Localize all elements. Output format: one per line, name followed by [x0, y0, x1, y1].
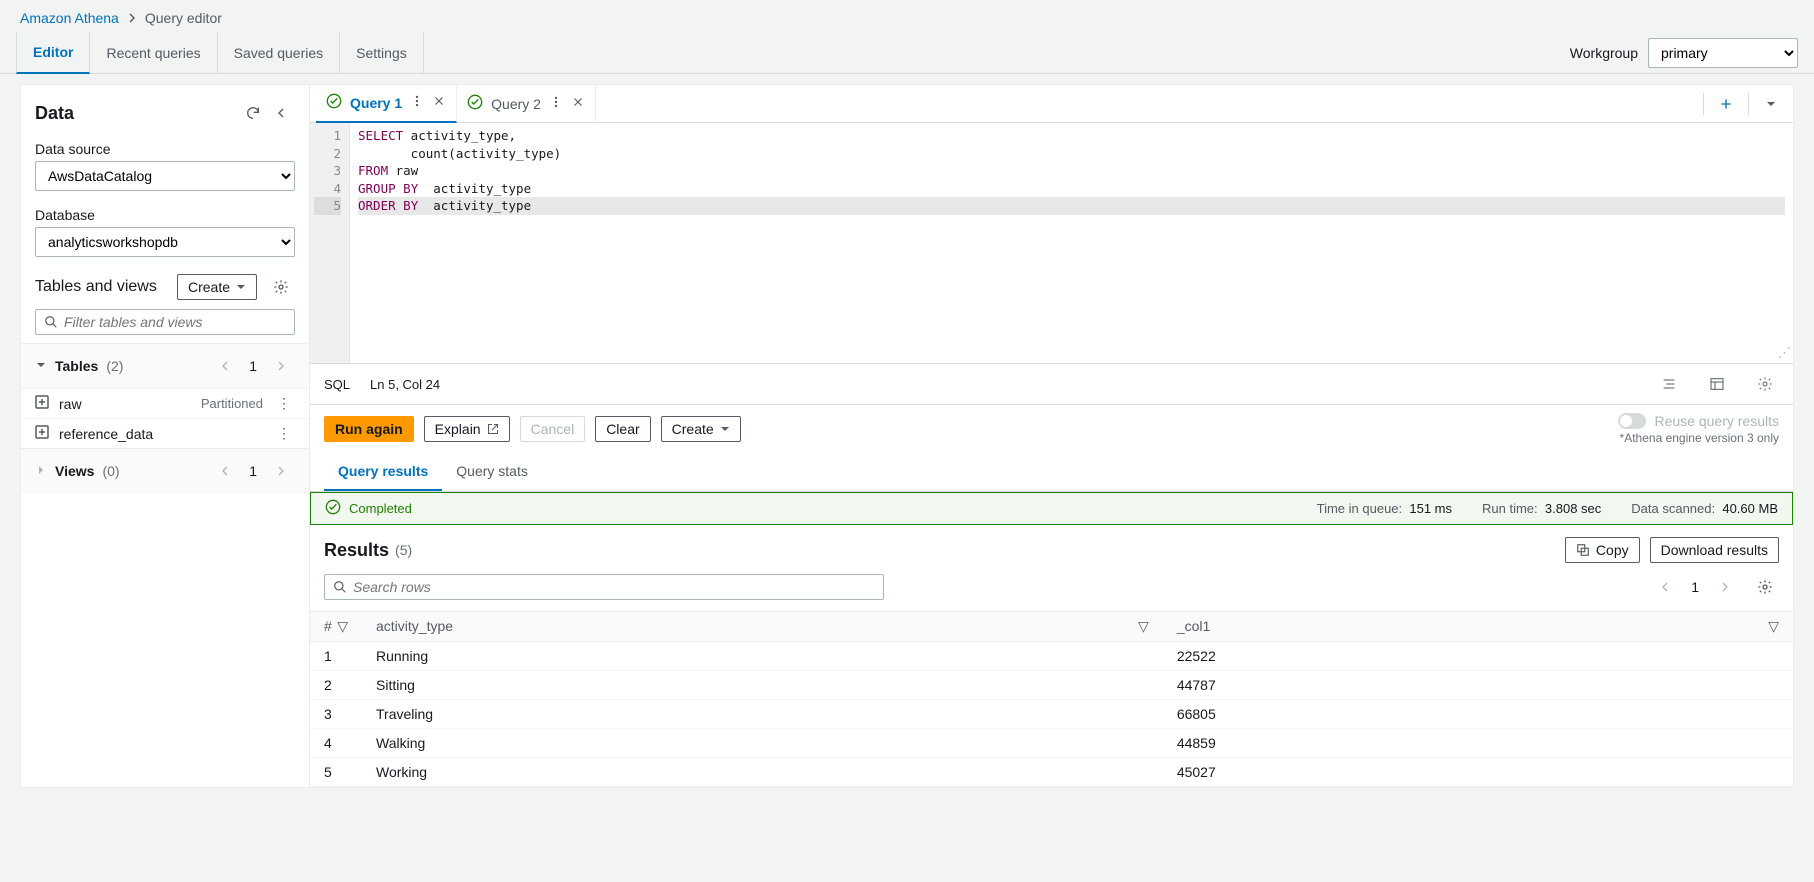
- sidebar-title: Data: [35, 103, 239, 124]
- results-count: (5): [395, 542, 412, 558]
- editor-status-bar: SQL Ln 5, Col 24: [310, 363, 1793, 405]
- status-text: Completed: [349, 501, 412, 516]
- success-icon: [326, 93, 342, 112]
- results-tabs: Query results Query stats: [310, 453, 1793, 492]
- database-label: Database: [35, 207, 295, 223]
- workgroup-select[interactable]: primary: [1648, 38, 1798, 68]
- run-again-button[interactable]: Run again: [324, 416, 414, 442]
- query-tab-2[interactable]: Query 2: [457, 85, 596, 123]
- caret-right-icon: [35, 463, 47, 479]
- top-tabs: Editor Recent queries Saved queries Sett…: [0, 32, 1814, 74]
- resize-handle-icon[interactable]: ⋰: [1778, 346, 1791, 361]
- main-panel: Query 1 Query 2 12345: [310, 84, 1794, 788]
- search-rows-input[interactable]: [324, 574, 884, 600]
- clear-button[interactable]: Clear: [595, 416, 650, 442]
- tab-query-stats[interactable]: Query stats: [442, 453, 542, 491]
- table-row[interactable]: 5Working45027: [310, 758, 1793, 787]
- expand-icon[interactable]: [35, 395, 49, 412]
- reuse-label: Reuse query results: [1654, 413, 1779, 429]
- page-number: 1: [1691, 579, 1699, 595]
- tables-views-title: Tables and views: [35, 278, 167, 296]
- cancel-button: Cancel: [520, 416, 586, 442]
- expand-icon[interactable]: [35, 425, 49, 442]
- table-item[interactable]: reference_data ⋮: [21, 418, 309, 448]
- breadcrumb-root[interactable]: Amazon Athena: [20, 10, 119, 26]
- search-rows-field[interactable]: [353, 579, 875, 595]
- close-icon[interactable]: [432, 94, 446, 111]
- layout-icon[interactable]: [1703, 370, 1731, 398]
- gear-icon[interactable]: [267, 273, 295, 301]
- query-status-bar: Completed Time in queue: 151 ms Run time…: [310, 492, 1793, 525]
- filter-tables-field[interactable]: [64, 314, 286, 330]
- col-header-activity[interactable]: activity_type▽: [362, 612, 1163, 642]
- tab-overflow-icon[interactable]: [1757, 90, 1785, 118]
- table-name: reference_data: [59, 426, 153, 442]
- collapse-sidebar-icon[interactable]: [267, 99, 295, 127]
- partitioned-badge: Partitioned: [201, 396, 263, 411]
- add-tab-icon[interactable]: [1712, 90, 1740, 118]
- tab-saved-queries[interactable]: Saved queries: [218, 32, 341, 74]
- breadcrumb: Amazon Athena Query editor: [0, 0, 1814, 32]
- breadcrumb-current: Query editor: [145, 10, 222, 26]
- table-row[interactable]: 3Traveling66805: [310, 700, 1793, 729]
- table-row[interactable]: 4Walking44859: [310, 729, 1793, 758]
- table-row[interactable]: 1Running22522: [310, 642, 1793, 671]
- query-actions: Run again Explain Cancel Clear Create Re…: [310, 405, 1793, 453]
- table-item[interactable]: raw Partitioned ⋮: [21, 388, 309, 418]
- gear-icon[interactable]: [1751, 573, 1779, 601]
- next-page-icon[interactable]: [1711, 573, 1739, 601]
- close-icon[interactable]: [571, 95, 585, 112]
- tables-group-header[interactable]: Tables (2) 1: [21, 344, 309, 388]
- code-area[interactable]: SELECT activity_type, count(activity_typ…: [350, 123, 1793, 363]
- prev-page-icon[interactable]: [211, 352, 239, 380]
- success-icon: [325, 499, 341, 518]
- tab-query-results[interactable]: Query results: [324, 453, 442, 491]
- caret-down-icon: [35, 358, 47, 374]
- tab-menu-icon[interactable]: [410, 94, 424, 111]
- data-sidebar: Data Data source AwsDataCatalog Database…: [20, 84, 310, 788]
- reuse-note: *Athena engine version 3 only: [1620, 431, 1779, 445]
- results-table: #▽ activity_type▽ _col1▽ 1Running22522 2…: [310, 611, 1793, 787]
- filter-tables-input[interactable]: [35, 309, 295, 335]
- row-menu-icon[interactable]: ⋮: [273, 395, 295, 412]
- results-header: Results (5) Copy Download results: [310, 525, 1793, 569]
- gear-icon[interactable]: [1751, 370, 1779, 398]
- line-gutter: 12345: [310, 123, 350, 363]
- create-button[interactable]: Create: [177, 274, 257, 300]
- next-page-icon[interactable]: [267, 352, 295, 380]
- views-group-header[interactable]: Views (0) 1: [21, 449, 309, 493]
- format-icon[interactable]: [1655, 370, 1683, 398]
- sql-editor[interactable]: 12345 SELECT activity_type, count(activi…: [310, 123, 1793, 363]
- tab-recent-queries[interactable]: Recent queries: [90, 32, 217, 74]
- tab-settings[interactable]: Settings: [340, 32, 424, 74]
- copy-button[interactable]: Copy: [1565, 537, 1640, 563]
- language-label: SQL: [324, 377, 350, 392]
- workgroup-label: Workgroup: [1570, 45, 1638, 61]
- create-dropdown[interactable]: Create: [661, 416, 741, 442]
- download-results-button[interactable]: Download results: [1650, 537, 1779, 563]
- chevron-right-icon: [127, 10, 137, 26]
- row-menu-icon[interactable]: ⋮: [273, 425, 295, 442]
- cursor-position: Ln 5, Col 24: [370, 377, 440, 392]
- datasource-select[interactable]: AwsDataCatalog: [35, 161, 295, 191]
- results-tools: 1: [310, 569, 1793, 611]
- tab-menu-icon[interactable]: [549, 95, 563, 112]
- query-tab-1[interactable]: Query 1: [316, 85, 457, 123]
- prev-page-icon[interactable]: [211, 457, 239, 485]
- col-header-num[interactable]: #▽: [310, 612, 362, 642]
- table-name: raw: [59, 396, 82, 412]
- tab-editor[interactable]: Editor: [16, 32, 90, 74]
- next-page-icon[interactable]: [267, 457, 295, 485]
- datasource-label: Data source: [35, 141, 295, 157]
- success-icon: [467, 94, 483, 113]
- col-header-col1[interactable]: _col1▽: [1163, 612, 1793, 642]
- reuse-results-toggle[interactable]: [1618, 413, 1646, 429]
- refresh-icon[interactable]: [239, 99, 267, 127]
- database-select[interactable]: analyticsworkshopdb: [35, 227, 295, 257]
- prev-page-icon[interactable]: [1651, 573, 1679, 601]
- table-row[interactable]: 2Sitting44787: [310, 671, 1793, 700]
- results-title: Results: [324, 540, 389, 561]
- query-tabs: Query 1 Query 2: [310, 85, 1793, 123]
- explain-button[interactable]: Explain: [424, 416, 510, 442]
